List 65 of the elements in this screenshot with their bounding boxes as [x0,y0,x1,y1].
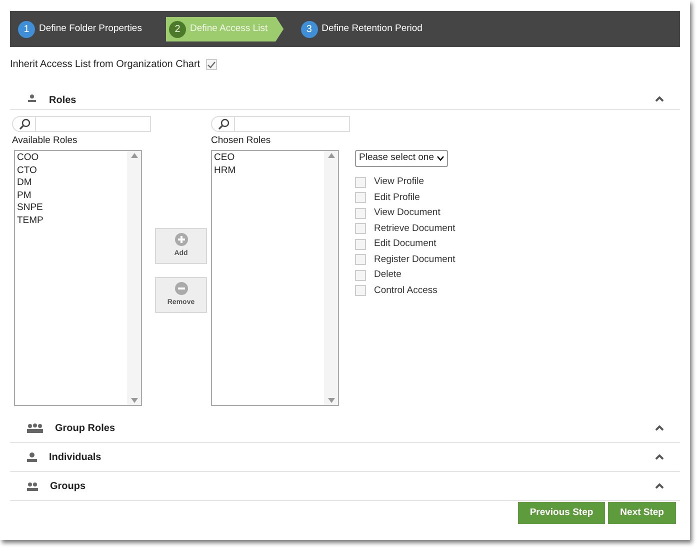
step-label: Define Retention Period [322,22,422,36]
checkbox[interactable] [355,192,366,203]
collapse-icon[interactable] [655,483,664,490]
scroll-down-icon[interactable] [130,398,138,404]
permission-label: Delete [374,269,402,281]
wizard-step[interactable]: 3 Define Retention Period [298,16,432,42]
permission-label: Register Document [374,254,456,266]
section-title[interactable]: Individuals [49,450,102,465]
step-number: 1 [18,20,35,38]
wizard-step[interactable]: 2 Define Access List [166,16,284,42]
list-item[interactable]: PM [17,190,32,202]
list-item[interactable]: CEO [214,152,235,165]
scrollbar[interactable] [324,151,338,406]
two-people-icon [27,482,38,491]
scrollbar[interactable] [127,151,141,406]
checkbox[interactable] [206,59,218,70]
permission-label: Edit Document [374,238,436,250]
people-icon [27,423,43,434]
search-icon [19,118,31,130]
checkbox[interactable] [355,208,366,218]
collapse-icon[interactable] [655,454,664,460]
checkbox[interactable] [355,238,366,250]
chevron-down-icon [437,156,444,161]
section-title[interactable]: Groups [50,478,86,494]
roles-icon [27,94,37,104]
collapse-icon[interactable] [655,425,664,432]
wizard-step[interactable]: 1 Define Folder Properties [15,16,152,42]
search-icon [218,118,230,130]
step-number: 3 [300,20,318,38]
permission-label: Retrieve Document [374,222,456,234]
checkbox[interactable] [355,254,366,265]
list-item[interactable]: CTO [17,164,37,178]
checkbox[interactable] [355,176,366,188]
permission-label: View Document [374,207,440,219]
person-icon [27,452,37,462]
section-title[interactable]: Group Roles [55,420,116,436]
list-item[interactable]: SNPE [17,202,43,215]
role-select[interactable]: Please select one [355,150,448,167]
inherit-label: Inherit Access List from Organization Chart [10,58,200,72]
list-box[interactable]: CEO HRM [211,150,339,406]
list-item[interactable]: HRM [214,164,236,178]
scroll-down-icon[interactable] [328,398,334,404]
checkbox[interactable] [355,223,366,234]
checkbox[interactable] [355,270,366,280]
checkbox[interactable] [355,285,366,296]
scroll-up-icon[interactable] [130,153,138,158]
list-item[interactable]: COO [17,152,39,165]
search-field[interactable] [12,116,151,132]
scroll-up-icon[interactable] [328,153,334,158]
list-item[interactable]: TEMP [17,214,44,228]
list-label: Chosen Roles [211,134,272,148]
step-label: Define Access List [190,22,268,36]
permission-label: Edit Profile [374,192,420,204]
search-field[interactable] [211,116,350,132]
list-label: Available Roles [12,134,78,148]
minus-icon [174,282,188,295]
section-title[interactable]: Roles [49,93,76,108]
list-item[interactable]: DM [17,177,32,190]
permission-label: Control Access [374,284,438,296]
collapse-icon[interactable] [655,96,664,102]
permission-label: View Profile [374,176,424,188]
plus-icon [174,232,188,246]
step-number: 2 [168,20,186,38]
list-box[interactable]: COO CTO DM PM SNPE TEMP [14,150,142,406]
step-label: Define Folder Properties [39,22,142,36]
